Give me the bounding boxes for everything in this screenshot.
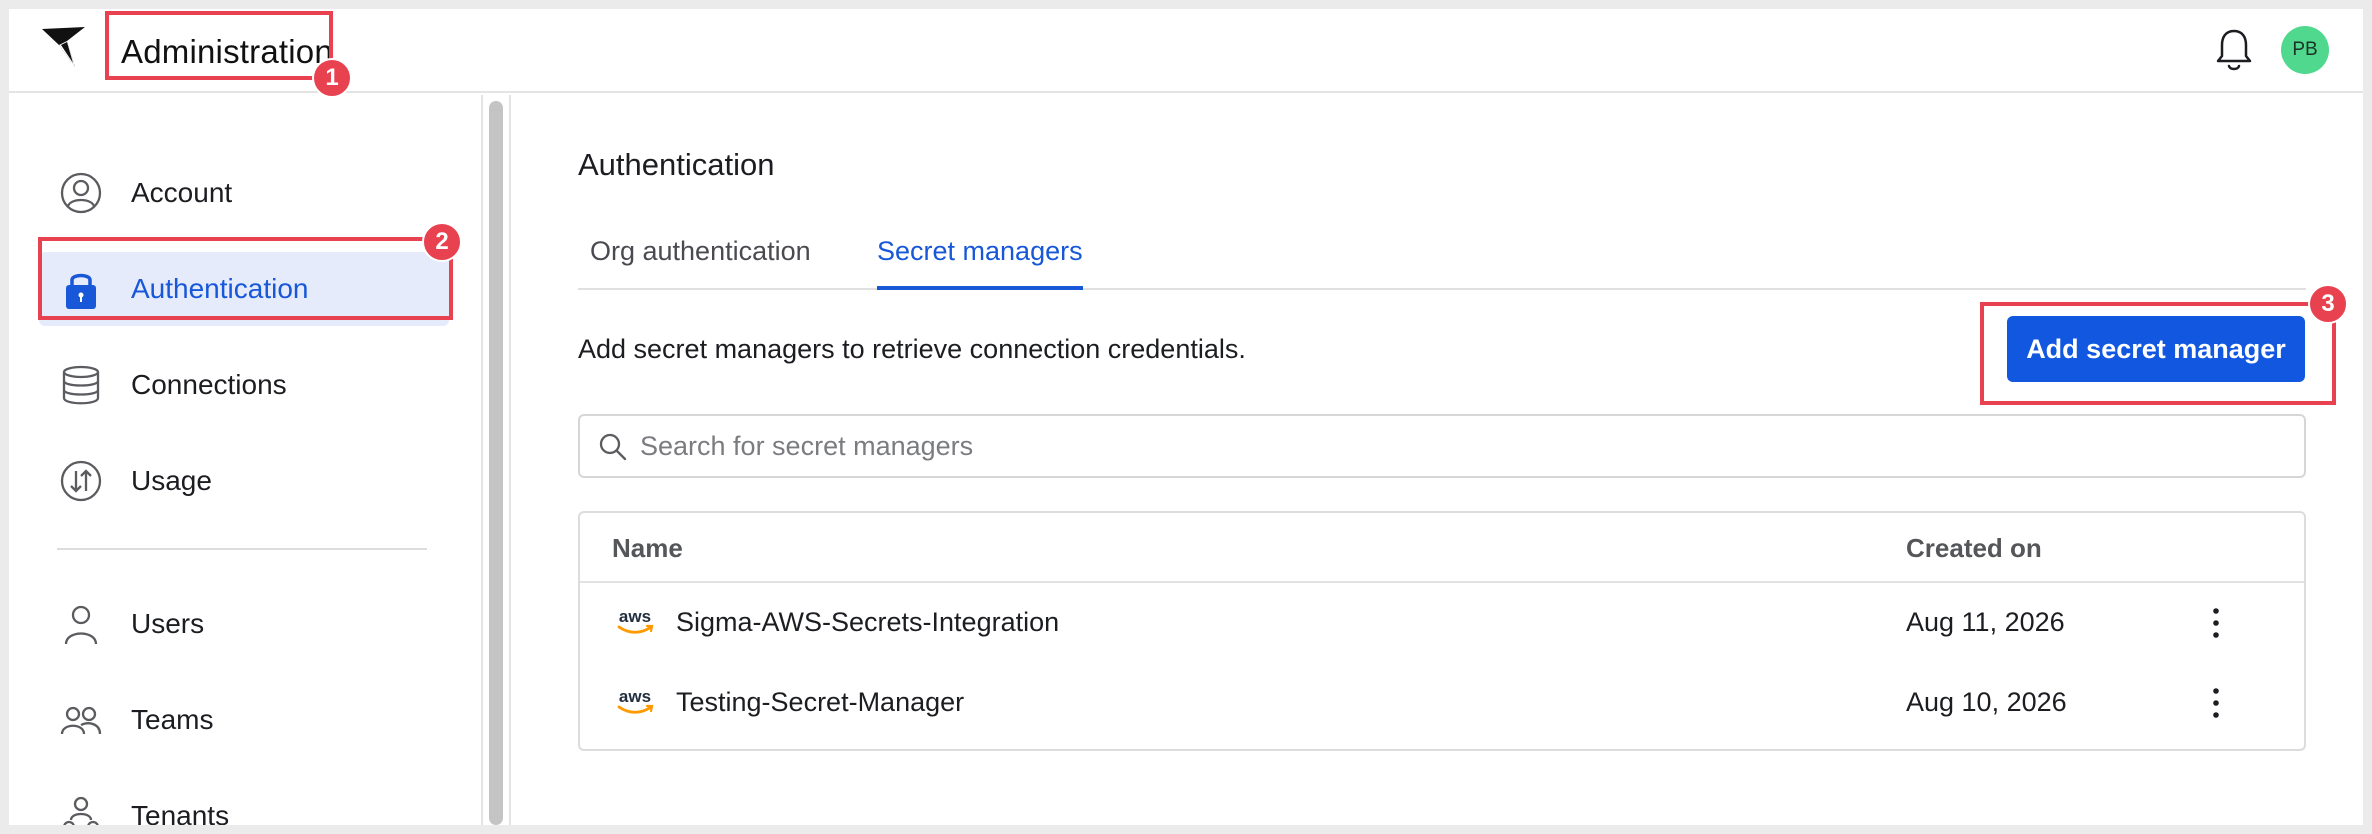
sidebar-item-account[interactable]: Account xyxy=(39,156,449,230)
user-circle-icon xyxy=(60,172,102,214)
sidebar-item-label: Account xyxy=(131,177,233,208)
sidebar-item-tenants[interactable]: Tenants xyxy=(39,779,449,825)
tab-org-authentication[interactable]: Org authentication xyxy=(590,214,811,290)
app-title: Administration xyxy=(121,33,333,70)
page-title: Authentication xyxy=(578,147,775,182)
bell-icon[interactable] xyxy=(2212,25,2256,75)
aws-logo-icon: aws xyxy=(617,687,654,714)
tab-bar: Org authentication Secret managers xyxy=(578,214,2306,290)
search-box xyxy=(578,414,2306,478)
created-on-date: Aug 11, 2026 xyxy=(1906,607,2065,637)
secret-managers-table: Name Created on aws Sigma-AWS-Secrets-In… xyxy=(578,511,2306,751)
table-header: Name Created on xyxy=(580,513,2304,583)
table-row[interactable]: aws Testing-Secret-Manager Aug 10, 2026 xyxy=(580,663,2304,743)
tenants-icon xyxy=(63,796,99,825)
sidebar-item-connections[interactable]: Connections xyxy=(39,348,449,422)
column-header-name[interactable]: Name xyxy=(612,533,683,564)
teams-icon xyxy=(60,706,102,735)
search-input[interactable] xyxy=(640,424,2280,468)
sidebar-item-usage[interactable]: Usage xyxy=(39,444,449,518)
sidebar-item-users[interactable]: Users xyxy=(39,587,449,661)
annotation-badge-3: 3 xyxy=(2308,284,2348,324)
tab-secret-managers[interactable]: Secret managers xyxy=(877,214,1083,290)
annotation-badge-2: 2 xyxy=(422,222,462,262)
svg-text:aws: aws xyxy=(619,607,651,626)
aws-logo-icon: aws xyxy=(617,607,654,634)
secret-manager-name: Testing-Secret-Manager xyxy=(676,687,965,717)
created-on-date: Aug 10, 2026 xyxy=(1906,687,2067,717)
add-secret-manager-button[interactable]: Add secret manager xyxy=(2007,316,2305,382)
avatar[interactable]: PB xyxy=(2281,26,2329,74)
sidebar-scrollbar-thumb[interactable] xyxy=(489,101,503,825)
sidebar-item-label: Teams xyxy=(131,704,214,735)
sidebar-item-label: Users xyxy=(131,608,205,639)
lock-icon xyxy=(66,273,96,309)
page-description: Add secret managers to retrieve connecti… xyxy=(578,334,1246,364)
sidebar-item-label: Authentication xyxy=(131,273,309,304)
sidebar-item-label: Connections xyxy=(131,369,287,400)
usage-icon xyxy=(60,460,102,502)
column-header-created-on[interactable]: Created on xyxy=(1906,533,2042,564)
more-options-icon[interactable] xyxy=(2206,681,2226,725)
more-options-icon[interactable] xyxy=(2206,601,2226,645)
sidebar-item-authentication[interactable]: Authentication xyxy=(39,252,449,326)
table-row[interactable]: aws Sigma-AWS-Secrets-Integration Aug 11… xyxy=(580,583,2304,663)
annotation-badge-1: 1 xyxy=(312,58,352,98)
user-icon xyxy=(64,605,98,645)
database-icon xyxy=(62,365,100,405)
sidebar: Account Authentication Connections Usage… xyxy=(9,95,481,825)
search-icon xyxy=(599,433,627,461)
sidebar-item-label: Tenants xyxy=(131,800,230,825)
svg-text:aws: aws xyxy=(619,687,651,706)
top-bar: Administration PB xyxy=(9,9,2363,93)
secret-manager-name: Sigma-AWS-Secrets-Integration xyxy=(676,607,1060,637)
sidebar-item-label: Usage xyxy=(131,465,212,496)
sidebar-item-teams[interactable]: Teams xyxy=(39,683,449,757)
sigma-logo-icon[interactable] xyxy=(39,23,89,73)
app-window: Administration PB Account Authentication xyxy=(9,9,2363,825)
sidebar-divider xyxy=(57,548,427,550)
